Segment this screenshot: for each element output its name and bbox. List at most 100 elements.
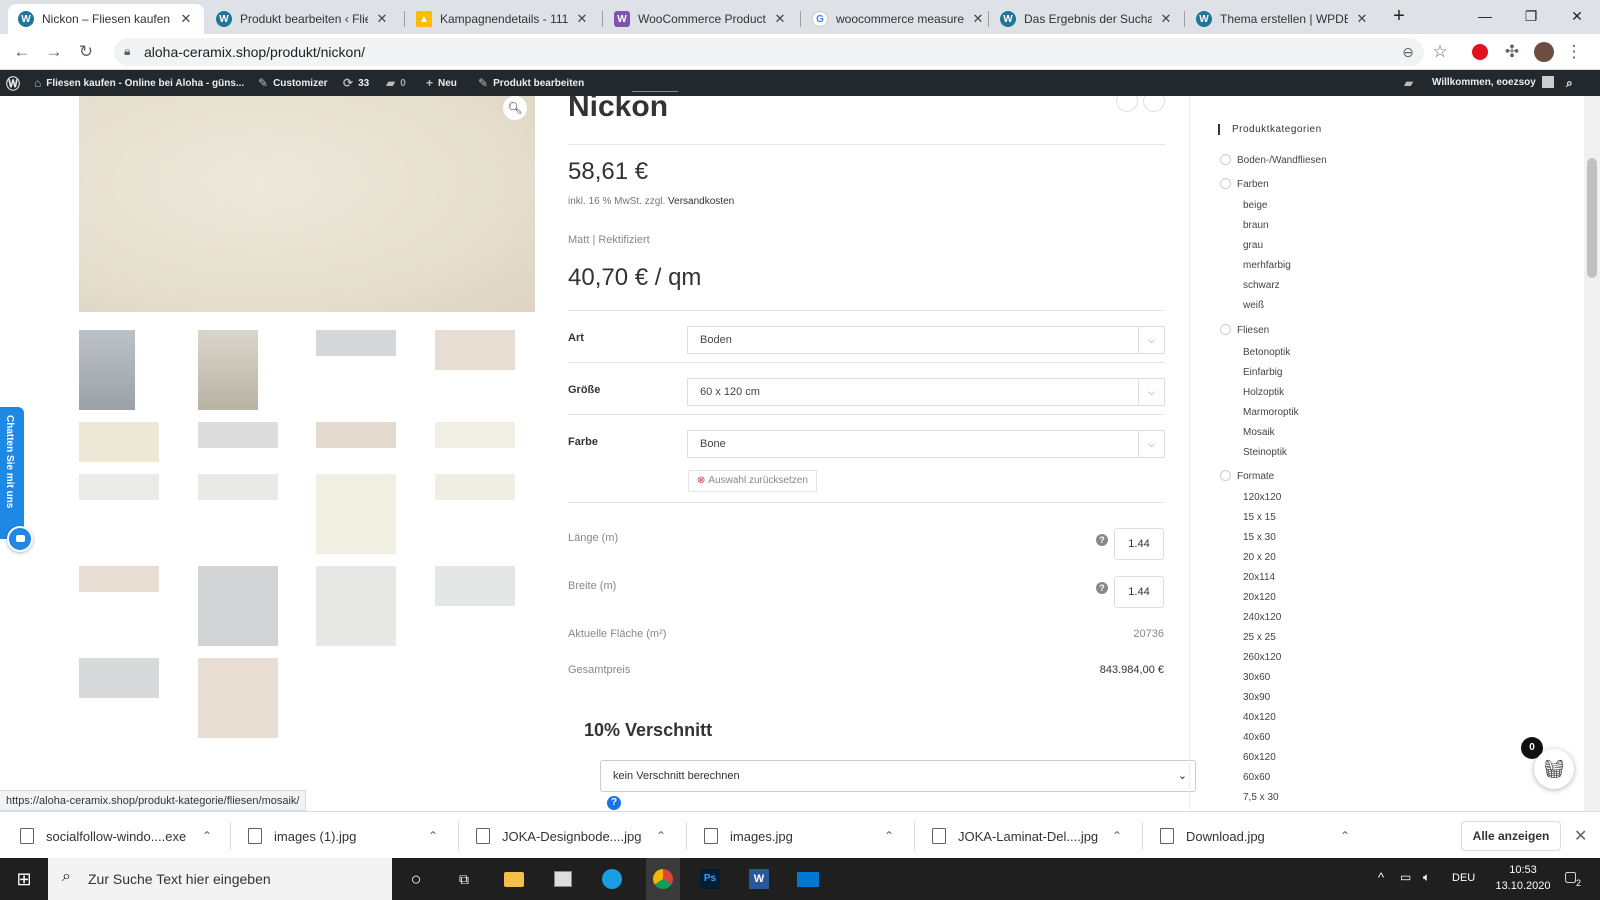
browser-menu-icon[interactable]: ⋮ <box>1562 40 1586 64</box>
chat-tab[interactable]: Chatten Sie mit uns <box>0 407 24 539</box>
subcategory-item[interactable]: 60x120 <box>1243 752 1276 763</box>
art-select[interactable]: Boden ⌵ <box>687 326 1165 354</box>
subcategory-item[interactable]: 30x90 <box>1243 692 1270 703</box>
profile-avatar[interactable] <box>1532 40 1556 64</box>
subcategory-item[interactable]: 260x120 <box>1243 652 1281 663</box>
gallery-thumbnail[interactable] <box>316 330 396 356</box>
task-view-icon[interactable]: ⧉ <box>449 864 479 894</box>
edge-browser-icon[interactable] <box>597 864 627 894</box>
chat-bubble-icon[interactable] <box>7 526 33 552</box>
close-tab-icon[interactable]: ✕ <box>772 11 788 27</box>
length-input[interactable]: 1.44 <box>1114 528 1164 560</box>
wp-site-link[interactable]: ⌂ Fliesen kaufen - Online bei Aloha - gün… <box>34 76 244 90</box>
volume-icon[interactable]: 🔈︎ <box>1423 870 1430 885</box>
subcategory-item[interactable]: 120x120 <box>1243 492 1281 503</box>
reset-selection-button[interactable]: ⊗ Auswahl zurücksetzen <box>688 470 817 492</box>
subcategory-item[interactable]: merhfarbig <box>1243 260 1291 271</box>
subcategory-item[interactable]: 20x120 <box>1243 592 1276 603</box>
close-tab-icon[interactable]: ✕ <box>574 11 590 27</box>
zoom-magnifier-icon[interactable]: 🔍︎ <box>503 96 527 120</box>
subcategory-item[interactable]: 7,5 x 30 <box>1243 792 1279 803</box>
browser-tab[interactable]: G woocommerce measurer ✕ <box>802 4 996 34</box>
subcategory-item[interactable]: weiß <box>1243 300 1264 311</box>
file-explorer-icon[interactable] <box>499 864 529 894</box>
chevron-up-icon[interactable]: ⌃ <box>1340 829 1350 843</box>
wp-updates-link[interactable]: ⟳ 33 <box>343 76 369 90</box>
gallery-thumbnail[interactable] <box>198 422 278 448</box>
category-item[interactable]: Fliesen <box>1220 324 1269 336</box>
subcategory-item[interactable]: Marmoroptik <box>1243 407 1299 418</box>
subcategory-item[interactable]: Mosaik <box>1243 427 1275 438</box>
browser-tab[interactable]: W Produkt bearbeiten ‹ Flie ✕ <box>206 4 400 34</box>
subcategory-item[interactable]: schwarz <box>1243 280 1280 291</box>
chevron-up-icon[interactable]: ⌃ <box>884 829 894 843</box>
close-tab-icon[interactable]: ✕ <box>178 11 194 27</box>
maximize-icon[interactable]: ❐ <box>1508 0 1554 32</box>
minimize-icon[interactable]: — <box>1462 0 1508 32</box>
subcategory-item[interactable]: 20 x 20 <box>1243 552 1276 563</box>
page-scrollbar[interactable] <box>1584 96 1600 811</box>
gallery-thumbnail[interactable] <box>198 566 278 646</box>
scrollbar-thumb[interactable] <box>1587 158 1597 278</box>
gallery-thumbnail[interactable] <box>79 422 159 462</box>
subcategory-item[interactable]: beige <box>1243 200 1267 211</box>
download-item[interactable]: JOKA-Designbode....jpg ⌃ <box>476 822 676 850</box>
taskbar-search-box[interactable]: ⌕ Zur Suche Text hier eingeben <box>48 858 392 900</box>
help-question-icon[interactable]: ? <box>607 796 621 810</box>
browser-tab[interactable]: ▲ Kampagnendetails - 111- ✕ <box>406 4 600 34</box>
wp-account-link[interactable]: Willkommen, eoezsoy <box>1432 76 1554 88</box>
windows-start-icon[interactable]: ⊞ <box>9 864 39 894</box>
close-tab-icon[interactable]: ✕ <box>1158 11 1174 27</box>
category-item[interactable]: Farben <box>1220 178 1269 190</box>
gallery-thumbnail[interactable] <box>316 566 396 646</box>
gallery-thumbnail[interactable] <box>435 566 515 606</box>
gallery-thumbnail[interactable] <box>198 658 278 738</box>
gallery-thumbnail[interactable] <box>435 330 515 370</box>
browser-tab[interactable]: W Das Ergebnis der Suchar ✕ <box>990 4 1184 34</box>
gallery-thumbnail[interactable] <box>79 330 135 410</box>
tray-chevron-up-icon[interactable]: ^ <box>1378 870 1384 885</box>
download-item[interactable]: images (1).jpg ⌃ <box>248 822 448 850</box>
gallery-thumbnail[interactable] <box>435 422 515 448</box>
category-item[interactable]: Formate <box>1220 470 1274 482</box>
download-item[interactable]: images.jpg ⌃ <box>704 822 904 850</box>
width-input[interactable]: 1.44 <box>1114 576 1164 608</box>
gallery-thumbnail[interactable] <box>79 658 159 698</box>
microsoft-store-icon[interactable] <box>548 864 578 894</box>
chevron-up-icon[interactable]: ⌃ <box>202 829 212 843</box>
network-icon[interactable]: ▭ <box>1400 870 1411 884</box>
size-select[interactable]: 60 x 120 cm ⌵ <box>687 378 1165 406</box>
bookmark-star-icon[interactable]: ☆ <box>1428 40 1452 64</box>
subcategory-item[interactable]: 25 x 25 <box>1243 632 1276 643</box>
shopping-basket-icon[interactable]: 🧺︎ <box>1534 749 1574 789</box>
zoom-icon[interactable]: ⊖ <box>1396 40 1420 64</box>
gallery-thumbnail[interactable] <box>198 330 258 410</box>
address-bar[interactable]: 🔒︎ aloha-ceramix.shop/produkt/nickon/ <box>114 38 1424 66</box>
word-icon[interactable]: W <box>744 864 774 894</box>
subcategory-item[interactable]: grau <box>1243 240 1263 251</box>
close-tab-icon[interactable]: ✕ <box>970 11 986 27</box>
wp-customizer-link[interactable]: ✎ Customizer <box>258 76 328 90</box>
mail-icon[interactable] <box>793 864 823 894</box>
download-item[interactable]: Download.jpg ⌃ <box>1160 822 1360 850</box>
browser-tab[interactable]: W WooCommerce Product ✕ <box>604 4 798 34</box>
subcategory-item[interactable]: 40x120 <box>1243 712 1276 723</box>
close-window-icon[interactable]: ✕ <box>1554 0 1600 32</box>
clock-time[interactable]: 10:53 <box>1498 864 1548 876</box>
gallery-thumbnail[interactable] <box>198 474 278 500</box>
subcategory-item[interactable]: 40x60 <box>1243 732 1270 743</box>
wp-search-icon[interactable]: ⌕ <box>1566 76 1573 91</box>
product-main-image[interactable] <box>79 96 535 312</box>
subcategory-item[interactable]: 60x60 <box>1243 772 1270 783</box>
wp-edit-product-link[interactable]: ✎ Produkt bearbeiten <box>478 76 584 90</box>
wordpress-logo-icon[interactable]: Ⓦ <box>6 74 20 94</box>
show-all-downloads-button[interactable]: Alle anzeigen <box>1461 821 1561 851</box>
gallery-thumbnail[interactable] <box>79 474 159 500</box>
gallery-thumbnail[interactable] <box>316 422 396 448</box>
subcategory-item[interactable]: braun <box>1243 220 1269 231</box>
gallery-thumbnail[interactable] <box>79 566 159 592</box>
browser-tab[interactable]: W Thema erstellen | WPDE ✕ <box>1186 4 1380 34</box>
subcategory-item[interactable]: Einfarbig <box>1243 367 1282 378</box>
help-question-icon[interactable]: ? <box>1096 534 1108 546</box>
browser-tab[interactable]: W Nickon – Fliesen kaufen - ✕ <box>8 4 204 34</box>
